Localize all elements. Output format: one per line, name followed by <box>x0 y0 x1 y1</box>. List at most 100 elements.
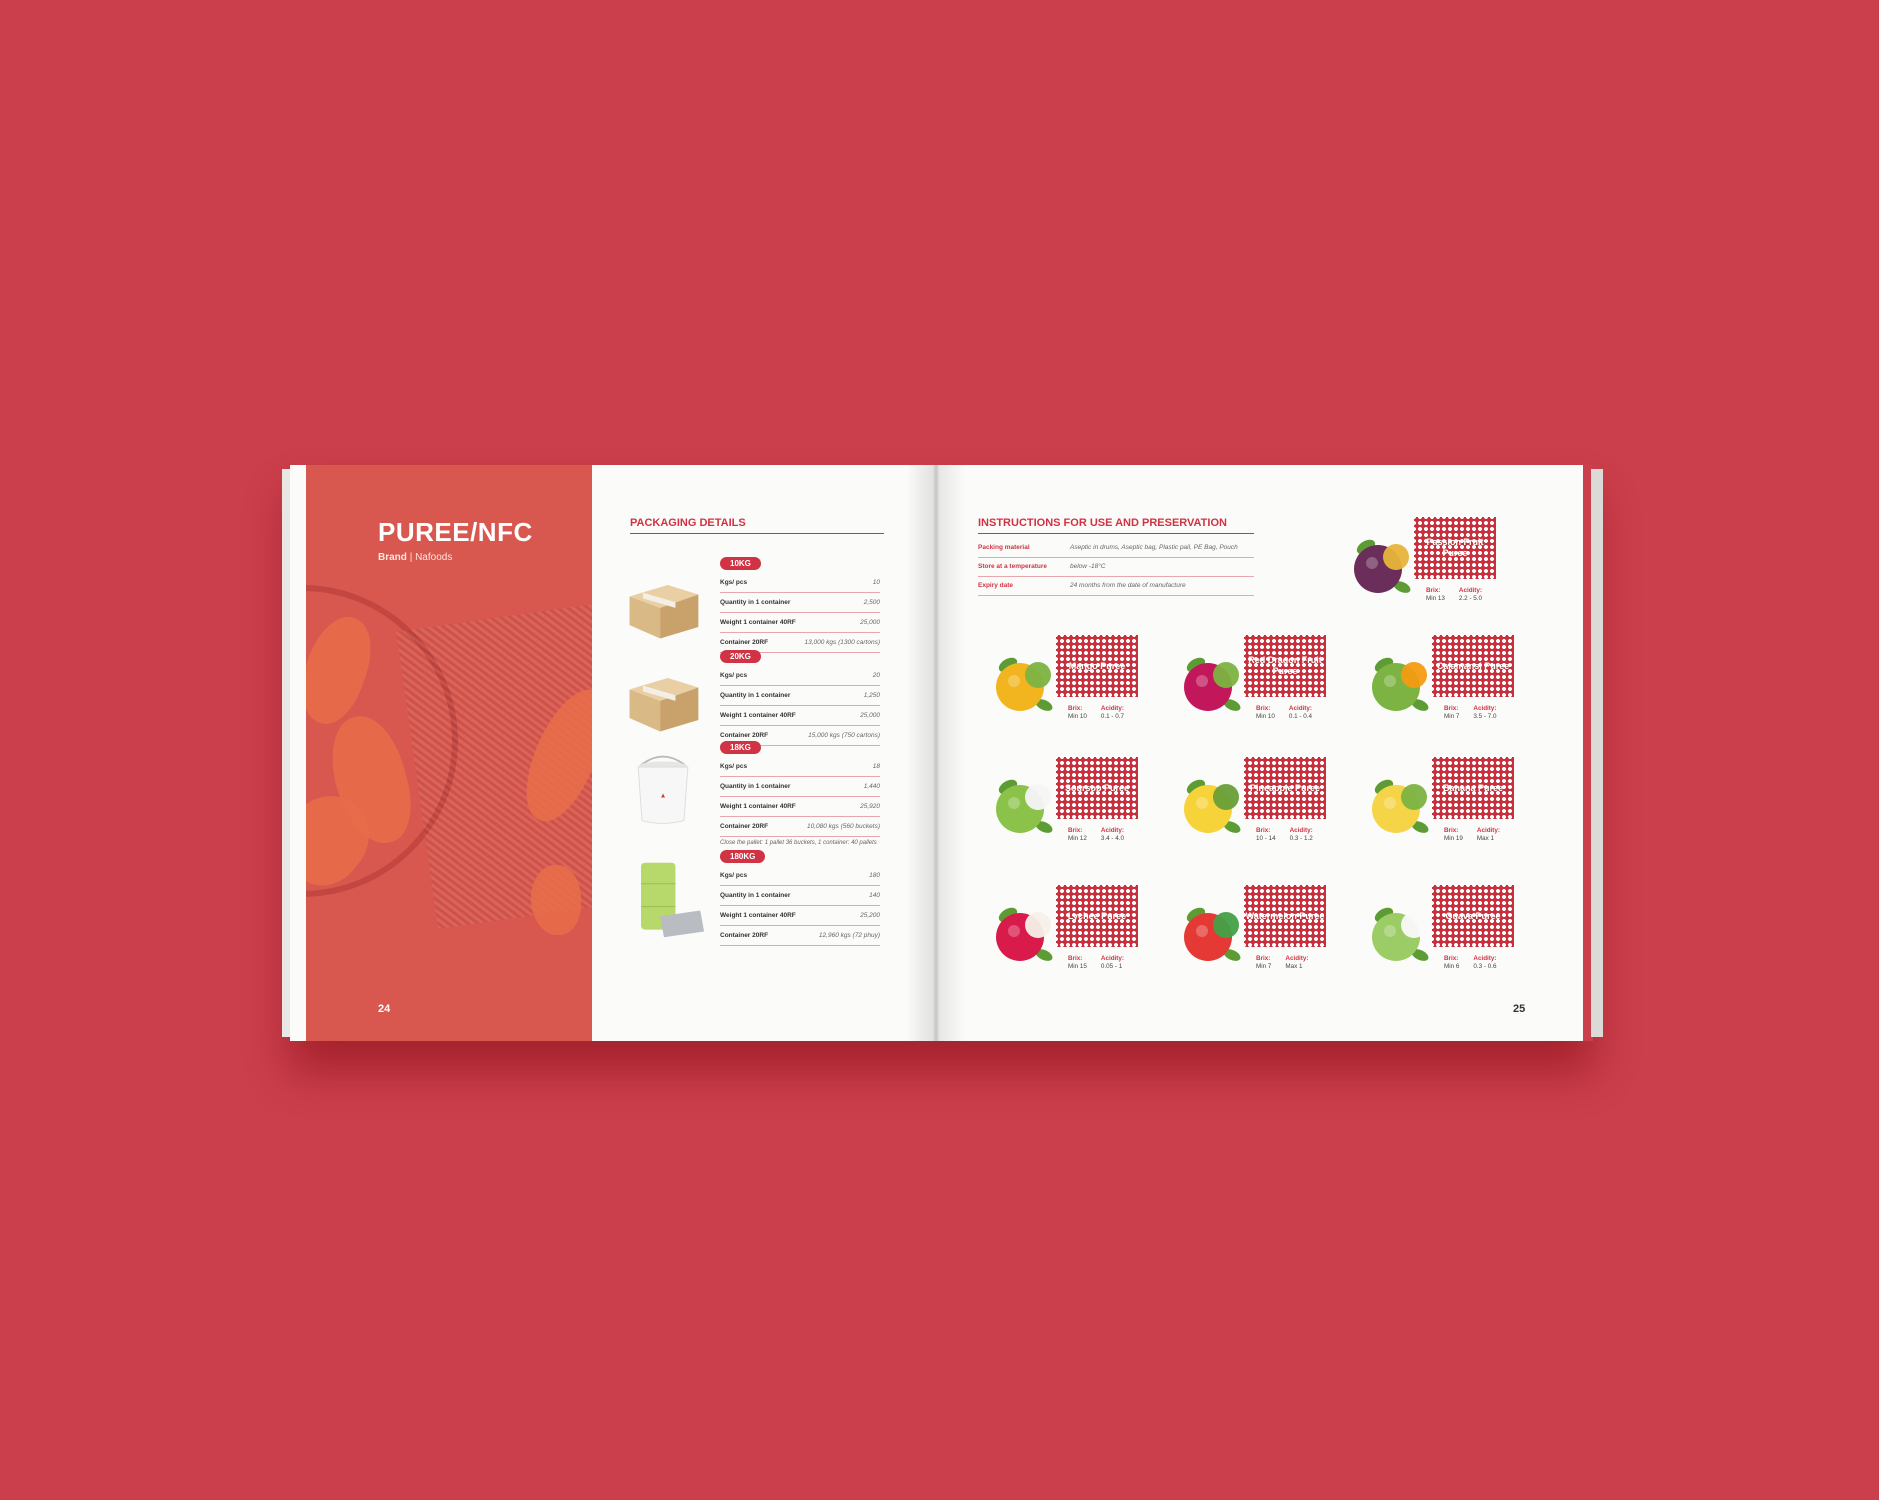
brix-spec: Brix: Min 13 <box>1426 587 1445 602</box>
fruit-specs: Brix: Min 10 Acidity: 0.1 - 0.4 <box>1256 705 1312 720</box>
fruit-card: Guava Puree Brix: Min 6 Acidity: 0.3 - 0.6 <box>1354 875 1536 995</box>
spec-row: Kgs/ pcs 180 <box>720 866 880 886</box>
brix-label: Brix: <box>1068 955 1083 962</box>
brix-spec: Brix: Min 19 <box>1444 827 1463 842</box>
size-badge: 18KG <box>720 741 761 754</box>
instruction-row: Packing material Aseptic in drums, Asepti… <box>978 539 1254 558</box>
spec-label: Weight 1 container 40RF <box>720 619 796 626</box>
brand-label: Brand <box>378 552 407 563</box>
spec-value: 10,080 kgs (560 buckets) <box>807 823 880 830</box>
fruit-specs: Brix: Min 10 Acidity: 0.1 - 0.7 <box>1068 705 1124 720</box>
acidity-label: Acidity: <box>1100 955 1124 962</box>
brix-label: Brix: <box>1444 705 1459 712</box>
brand-line: Brand | Nafoods <box>378 552 452 563</box>
brix-value: Min 10 <box>1068 712 1087 720</box>
acidity-spec: Acidity: 0.1 - 0.4 <box>1289 705 1312 720</box>
acidity-spec: Acidity: 3.4 - 4.0 <box>1101 827 1124 842</box>
acidity-spec: Acidity: 0.3 - 1.2 <box>1290 827 1313 842</box>
spec-value: 25,000 <box>860 712 880 719</box>
fruit-name-label: Soursop Puree <box>1056 757 1138 819</box>
acidity-label: Acidity: <box>1458 587 1482 594</box>
svg-text:▲: ▲ <box>660 793 667 800</box>
spec-value: 12,960 kgs (72 phuy) <box>818 932 880 939</box>
fruit-specs: Brix: Min 7 Acidity: 3.5 - 7.0 <box>1444 705 1497 720</box>
spec-value: 25,000 <box>860 619 880 626</box>
instruction-label: Expiry date <box>978 582 1014 589</box>
page-title: PUREE/NFC <box>378 517 533 547</box>
acidity-value: 0.1 - 0.4 <box>1288 712 1313 720</box>
fruit-card: Soursop Puree Brix: Min 12 Acidity: 3.4 - 4.… <box>978 747 1160 867</box>
instructions-table: Packing material Aseptic in drums, Asepti… <box>978 539 1254 596</box>
spec-value: 20 <box>872 672 880 679</box>
spec-value: 10 <box>872 579 880 586</box>
papaya-slice <box>531 865 581 935</box>
spec-value: 2,500 <box>863 599 880 606</box>
acidity-value: 2.2 - 5.0 <box>1458 594 1483 602</box>
spec-row: Kgs/ pcs 18 <box>720 757 880 777</box>
fruit-card: Red Dragon Fruit Puree Brix: Min 10 Acidity… <box>1166 625 1348 745</box>
brix-spec: Brix: Min 7 <box>1444 705 1459 720</box>
size-badge: 10KG <box>720 557 761 570</box>
brix-spec: Brix: Min 6 <box>1444 955 1459 970</box>
instruction-label: Packing material <box>978 544 1030 551</box>
acidity-spec: Acidity: 2.2 - 5.0 <box>1459 587 1482 602</box>
fruit-specs: Brix: Min 12 Acidity: 3.4 - 4.0 <box>1068 827 1124 842</box>
brix-value: Min 7 <box>1444 712 1460 720</box>
acidity-label: Acidity: <box>1100 827 1124 834</box>
spec-row: Weight 1 container 40RF 25,920 <box>720 797 880 817</box>
spec-label: Quantity in 1 container <box>720 692 791 699</box>
brix-spec: Brix: Min 12 <box>1068 827 1087 842</box>
acidity-value: Max 1 <box>1285 962 1303 970</box>
instructions-heading: INSTRUCTIONS FOR USE AND PRESERVATION <box>978 517 1254 534</box>
brix-label: Brix: <box>1444 827 1459 834</box>
instruction-value: Aseptic in drums, Aseptic bag, Plastic p… <box>1070 544 1238 551</box>
spec-value: 1,440 <box>863 783 880 790</box>
spec-row: Kgs/ pcs 20 <box>720 666 880 686</box>
acidity-spec: Acidity: 0.3 - 0.6 <box>1473 955 1496 970</box>
acidity-value: 3.4 - 4.0 <box>1100 834 1125 842</box>
packaging-heading: PACKAGING DETAILS <box>630 517 884 534</box>
left-page: PUREE/NFC Brand | Nafoods 24 PACKAGING D… <box>290 465 936 1041</box>
fruit-card: Passion Fruit Puree Brix: Min 13 Acidity: 2.… <box>1336 507 1518 627</box>
acidity-label: Acidity: <box>1476 827 1500 834</box>
brix-label: Brix: <box>1256 827 1271 834</box>
carton-box-icon <box>620 567 706 645</box>
cover-photo-panel: PUREE/NFC Brand | Nafoods 24 <box>306 465 592 1041</box>
spec-rows: Kgs/ pcs 10 Quantity in 1 container 2,500 We… <box>720 573 880 653</box>
spec-rows: Kgs/ pcs 20 Quantity in 1 container 1,250 We… <box>720 666 880 746</box>
acidity-spec: Acidity: Max 1 <box>1477 827 1500 842</box>
spec-rows: Kgs/ pcs 180 Quantity in 1 container 140 Wei… <box>720 866 880 946</box>
spec-row: Quantity in 1 container 1,440 <box>720 777 880 797</box>
fruit-card: Watermelon Puree Brix: Min 7 Acidity: Max 1 <box>1166 875 1348 995</box>
brix-label: Brix: <box>1068 705 1083 712</box>
spec-label: Quantity in 1 container <box>720 783 791 790</box>
acidity-label: Acidity: <box>1473 705 1497 712</box>
spec-label: Quantity in 1 container <box>720 892 791 899</box>
acidity-value: 3.5 - 7.0 <box>1473 712 1497 720</box>
spec-label: Container 20RF <box>720 932 769 939</box>
drum-icon <box>620 860 706 938</box>
brix-value: Min 7 <box>1256 962 1272 970</box>
acidity-label: Acidity: <box>1289 827 1313 834</box>
brix-value: Min 12 <box>1068 834 1087 842</box>
acidity-value: 0.3 - 0.6 <box>1473 962 1497 970</box>
instruction-value: below -18°C <box>1070 563 1106 570</box>
fruit-name-label: Calamansi Puree <box>1432 635 1514 697</box>
brix-value: Min 13 <box>1426 594 1445 602</box>
fruit-name-label: Mango Puree <box>1056 635 1138 697</box>
spec-value: 1,250 <box>863 692 880 699</box>
spec-value: 18 <box>872 763 880 770</box>
spec-value: 25,200 <box>860 912 880 919</box>
spec-value: 140 <box>869 892 880 899</box>
spec-row: Quantity in 1 container 2,500 <box>720 593 880 613</box>
spec-value: 15,000 kgs (750 cartons) <box>808 732 880 739</box>
fruit-name-label: Red Dragon Fruit Puree <box>1244 635 1326 697</box>
spec-row: Weight 1 container 40RF 25,200 <box>720 906 880 926</box>
fruit-specs: Brix: 10 - 14 Acidity: 0.3 - 1.2 <box>1256 827 1313 842</box>
pallet-note: Close the pallet: 1 pallet 36 buckets, 1… <box>720 840 877 846</box>
spec-label: Kgs/ pcs <box>720 872 748 879</box>
acidity-label: Acidity: <box>1288 705 1312 712</box>
fruit-card: Lychee Puree Brix: Min 15 Acidity: 0.05 - 1 <box>978 875 1160 995</box>
brix-label: Brix: <box>1256 705 1271 712</box>
fruit-specs: Brix: Min 13 Acidity: 2.2 - 5.0 <box>1426 587 1482 602</box>
